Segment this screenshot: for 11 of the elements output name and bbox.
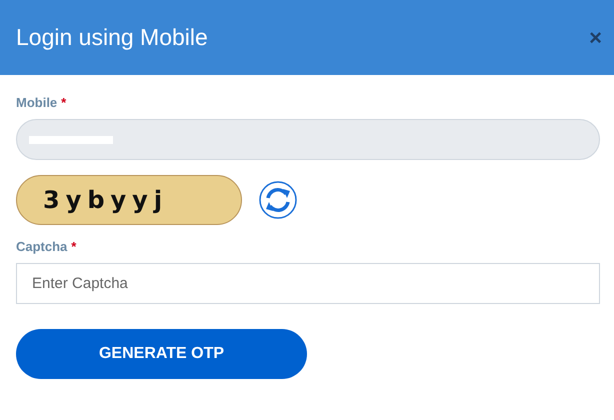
captcha-field[interactable]: Enter Captcha [16, 263, 600, 304]
refresh-icon [259, 181, 297, 219]
captcha-text: 3ybyyj [43, 186, 168, 214]
required-mark: * [61, 95, 66, 110]
field-label: Captcha [16, 239, 68, 254]
dialog-title: Login using Mobile [16, 24, 208, 51]
refresh-button[interactable] [259, 181, 297, 219]
field-label: Mobile [16, 95, 58, 110]
mobile-field[interactable] [16, 119, 600, 160]
required-mark: * [71, 239, 76, 254]
generate-otp-button[interactable]: GENERATE OTP [16, 329, 307, 379]
